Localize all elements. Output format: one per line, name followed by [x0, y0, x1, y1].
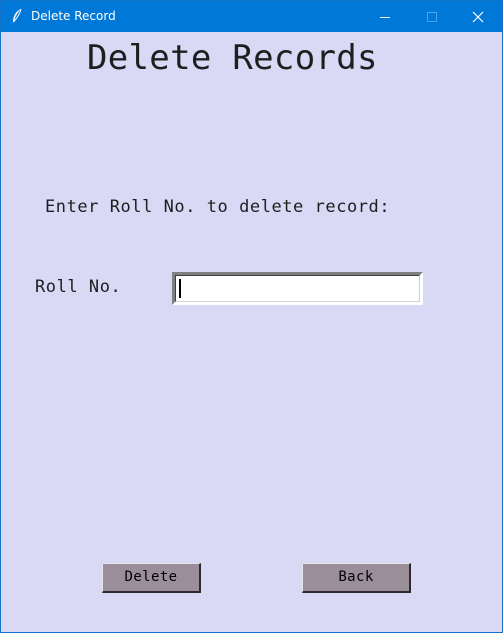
- delete-button[interactable]: Delete: [102, 563, 201, 593]
- close-button[interactable]: [455, 1, 501, 32]
- page-title: Delete Records: [87, 38, 378, 78]
- app-window: Delete Record Delete Records Enter Roll …: [0, 0, 503, 633]
- roll-no-input[interactable]: [172, 272, 423, 305]
- feather-icon: [10, 8, 24, 24]
- back-button[interactable]: Back: [302, 563, 411, 593]
- title-bar[interactable]: Delete Record: [1, 1, 502, 32]
- form-area: Delete Records Enter Roll No. to delete …: [1, 32, 502, 632]
- text-caret: [179, 279, 181, 298]
- maximize-icon: [427, 12, 437, 22]
- roll-no-input-inner: [175, 275, 420, 302]
- instruction-label: Enter Roll No. to delete record:: [45, 197, 391, 217]
- window-title: Delete Record: [31, 9, 116, 23]
- minimize-icon: [380, 17, 390, 18]
- minimize-button[interactable]: [362, 1, 408, 32]
- maximize-button[interactable]: [409, 1, 455, 32]
- close-icon: [472, 11, 484, 23]
- roll-no-label: Roll No.: [35, 277, 122, 297]
